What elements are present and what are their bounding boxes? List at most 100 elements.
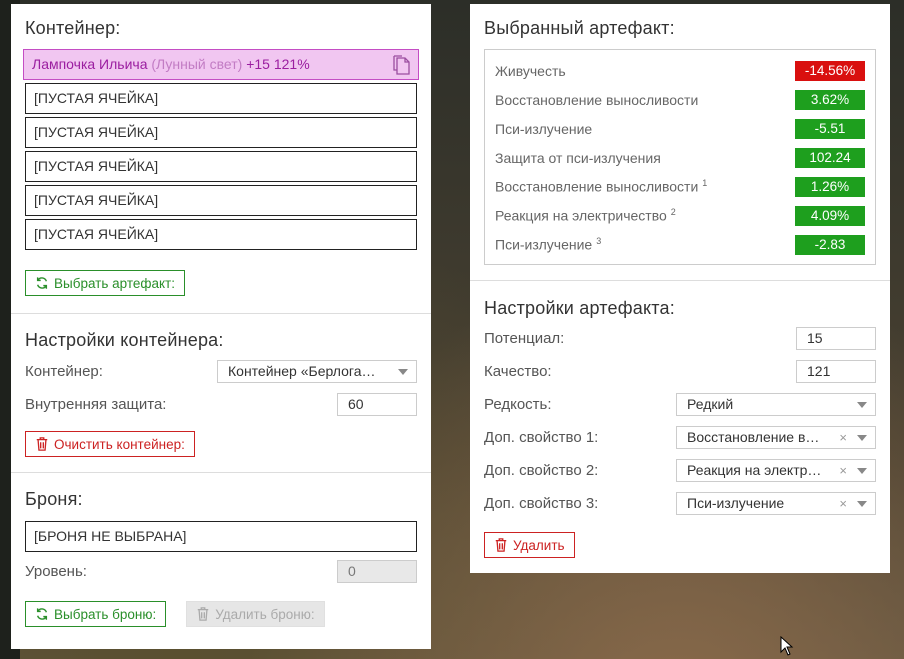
empty-slot[interactable]: [ПУСТАЯ ЯЧЕЙКА]	[25, 219, 417, 250]
mouse-cursor-icon	[780, 636, 794, 656]
left-panel: Контейнер: Лампочка Ильича (Лунный свет)…	[11, 4, 431, 649]
empty-slot[interactable]: [ПУСТАЯ ЯЧЕЙКА]	[25, 151, 417, 182]
armor-section: Броня: [БРОНЯ НЕ ВЫБРАНА] Уровень: 0 Выб…	[11, 473, 431, 641]
stat-row: Восстановление выносливости 3.62%	[495, 85, 865, 114]
extra2-label: Доп. свойство 2:	[484, 462, 599, 479]
extra1-select[interactable]: Восстановление в… ×	[676, 426, 876, 449]
stat-name: Защита от пси-излучения	[495, 150, 661, 166]
select-armor-label: Выбрать броню:	[54, 606, 157, 622]
empty-slot[interactable]: [ПУСТАЯ ЯЧЕЙКА]	[25, 185, 417, 216]
clear-container-label: Очистить контейнер:	[54, 436, 185, 452]
container-title: Контейнер:	[25, 18, 121, 38]
extra1-label: Доп. свойство 1:	[484, 429, 599, 446]
delete-artifact-label: Удалить	[513, 537, 565, 553]
rarity-select[interactable]: Редкий	[676, 393, 876, 416]
stat-value-badge: -2.83	[795, 234, 865, 255]
rarity-select-value: Редкий	[687, 396, 734, 412]
refresh-icon	[36, 608, 48, 620]
stat-name-text: Восстановление выносливости	[495, 178, 699, 195]
armor-level-row: Уровень: 0	[25, 555, 417, 588]
extra3-select[interactable]: Пси-излучение ×	[676, 492, 876, 515]
stat-value-badge: 1.26%	[795, 176, 865, 197]
select-armor-button[interactable]: Выбрать броню:	[25, 601, 167, 627]
stat-value-badge: 4.09%	[795, 205, 865, 226]
stat-name-text: Реакция на электричество	[495, 207, 667, 224]
clear-icon[interactable]: ×	[839, 427, 847, 448]
stat-row: Живучесть -14.56%	[495, 56, 865, 85]
artifact-settings-title: Настройки артефакта:	[484, 298, 675, 318]
artifact-stats: +15 121%	[246, 56, 310, 72]
armor-level-input[interactable]: 0	[337, 560, 417, 583]
artifact-stats-table: Живучесть -14.56% Восстановление выносливо…	[484, 49, 876, 265]
stat-row: Пси-излучение -5.51	[495, 114, 865, 143]
protection-label: Внутренняя защита:	[25, 396, 167, 413]
select-artifact-label: Выбрать артефакт:	[54, 275, 175, 291]
stat-name: Пси-излучение	[495, 121, 592, 137]
artifact-name: Лампочка Ильича	[32, 56, 148, 72]
armor-slot[interactable]: [БРОНЯ НЕ ВЫБРАНА]	[25, 521, 417, 552]
potential-row: Потенциал: 15	[484, 322, 876, 355]
container-settings-title: Настройки контейнера:	[25, 330, 224, 350]
empty-slot[interactable]: [ПУСТАЯ ЯЧЕЙКА]	[25, 83, 417, 114]
container-select[interactable]: Контейнер «Берлога…	[217, 360, 417, 383]
stat-value-badge: -14.56%	[795, 60, 865, 81]
stat-name: Восстановление выносливости 1	[495, 178, 707, 195]
artifact-settings-section: Настройки артефакта: Потенциал: 15 Качес…	[470, 281, 890, 572]
delete-artifact-button[interactable]: Удалить	[484, 532, 575, 558]
stat-name-text: Восстановление выносливости	[495, 91, 699, 108]
stat-name: Живучесть	[495, 63, 566, 79]
rarity-row: Редкость: Редкий	[484, 388, 876, 421]
stat-name-text: Защита от пси-излучения	[495, 149, 661, 166]
delete-armor-label: Удалить броню:	[215, 606, 315, 622]
stat-row: Пси-излучение 3 -2.83	[495, 230, 865, 259]
quality-label: Качество:	[484, 363, 552, 380]
container-label: Контейнер:	[25, 363, 103, 380]
copy-icon[interactable]	[392, 55, 410, 75]
extra3-row: Доп. свойство 3: Пси-излучение ×	[484, 487, 876, 520]
clear-icon[interactable]: ×	[839, 460, 847, 481]
stat-name: Восстановление выносливости	[495, 92, 698, 108]
select-artifact-button[interactable]: Выбрать артефакт:	[25, 270, 185, 296]
quality-input[interactable]: 121	[796, 360, 876, 383]
selected-artifact-title: Выбранный артефакт:	[484, 18, 675, 38]
container-section: Контейнер: Лампочка Ильича (Лунный свет)…	[11, 4, 431, 314]
refresh-icon	[36, 277, 48, 289]
potential-label: Потенциал:	[484, 330, 565, 347]
chevron-down-icon	[857, 435, 867, 441]
chevron-down-icon	[857, 468, 867, 474]
trash-icon	[495, 538, 507, 552]
delete-armor-button[interactable]: Удалить броню:	[186, 601, 325, 627]
container-select-value: Контейнер «Берлога…	[228, 363, 376, 379]
clear-container-button[interactable]: Очистить контейнер:	[25, 431, 195, 457]
chevron-down-icon	[857, 501, 867, 507]
chevron-down-icon	[398, 369, 408, 375]
stat-footnote: 3	[596, 236, 602, 247]
stat-name-text: Пси-излучение	[495, 236, 593, 253]
armor-level-label: Уровень:	[25, 563, 87, 580]
rarity-label: Редкость:	[484, 396, 552, 413]
clear-icon[interactable]: ×	[839, 493, 847, 514]
quality-row: Качество: 121	[484, 355, 876, 388]
artifact-slot-1[interactable]: Лампочка Ильича (Лунный свет) +15 121%	[23, 49, 419, 80]
protection-input[interactable]: 60	[337, 393, 417, 416]
potential-input[interactable]: 15	[796, 327, 876, 350]
container-row: Контейнер: Контейнер «Берлога…	[25, 355, 417, 388]
extra3-label: Доп. свойство 3:	[484, 495, 599, 512]
extra2-select[interactable]: Реакция на электр… ×	[676, 459, 876, 482]
stat-row: Защита от пси-излучения 102.24	[495, 143, 865, 172]
stat-row: Восстановление выносливости 1 1.26%	[495, 172, 865, 201]
extra1-row: Доп. свойство 1: Восстановление в… ×	[484, 421, 876, 454]
empty-slot[interactable]: [ПУСТАЯ ЯЧЕЙКА]	[25, 117, 417, 148]
chevron-down-icon	[857, 402, 867, 408]
trash-icon	[36, 437, 48, 451]
armor-title: Броня:	[25, 489, 83, 509]
stat-name-text: Пси-излучение	[495, 120, 593, 137]
protection-row: Внутренняя защита: 60	[25, 388, 417, 421]
extra2-row: Доп. свойство 2: Реакция на электр… ×	[484, 454, 876, 487]
stat-name: Пси-излучение 3	[495, 236, 601, 253]
container-settings-section: Настройки контейнера: Контейнер: Контейн…	[11, 314, 431, 473]
stat-value-badge: 102.24	[795, 147, 865, 168]
stat-value-badge: -5.51	[795, 118, 865, 139]
stat-value-badge: 3.62%	[795, 89, 865, 110]
stat-name-text: Живучесть	[495, 62, 566, 79]
